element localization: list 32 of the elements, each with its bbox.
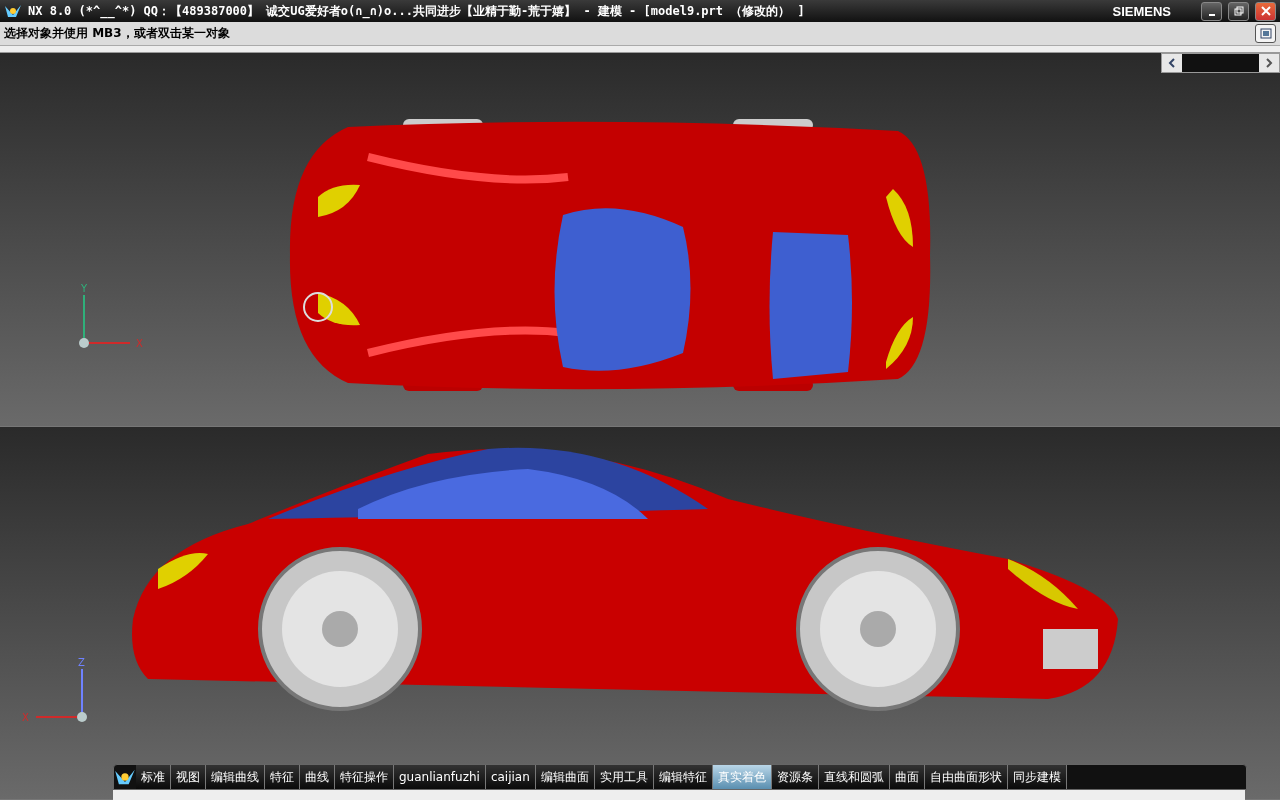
chevron-left-icon bbox=[1168, 58, 1176, 68]
toolbar-tab[interactable]: caijian bbox=[485, 765, 536, 789]
toolbar-tab[interactable]: 曲面 bbox=[889, 765, 925, 789]
toolbar-tab[interactable]: 自由曲面形状 bbox=[924, 765, 1008, 789]
toolbar-tab[interactable]: 编辑特征 bbox=[653, 765, 713, 789]
toolbar-tab[interactable]: 同步建模 bbox=[1007, 765, 1067, 789]
toolbar-tab[interactable]: 资源条 bbox=[771, 765, 819, 789]
toolbar-tab[interactable]: 特征操作 bbox=[335, 765, 394, 789]
full-screen-button[interactable] bbox=[1255, 24, 1276, 43]
minimize-button[interactable] bbox=[1201, 1, 1222, 21]
toolbar-tab[interactable]: 编辑曲面 bbox=[535, 765, 595, 789]
brand-logo: SIEMENS bbox=[1112, 3, 1171, 19]
cue-text: 选择对象并使用 MB3，或者双击某一对象 bbox=[4, 25, 231, 42]
chevron-right-icon bbox=[1265, 58, 1273, 68]
toolbar-tab[interactable]: 标准 bbox=[136, 765, 171, 789]
close-icon bbox=[1260, 6, 1271, 16]
toolbar-tab[interactable]: 编辑曲线 bbox=[206, 765, 265, 789]
toolbar-tab[interactable]: 曲线 bbox=[300, 765, 335, 789]
toolbar-tab[interactable]: 直线和圆弧 bbox=[818, 765, 890, 789]
toolbar-tab[interactable]: guanlianfuzhi bbox=[394, 765, 486, 789]
full-screen-icon bbox=[1259, 28, 1272, 39]
minimize-icon bbox=[1208, 14, 1215, 16]
window-title: NX 8.0 (*^__^*) QQ：【489387000】 诚交UG爱好者o(∩_∩)o...共同进步【业精于勤-荒于嬉】 - 建模 - [model9.prt （修改的） ] bbox=[28, 2, 806, 20]
scroll-right-button[interactable] bbox=[1259, 54, 1279, 72]
restore-icon bbox=[1233, 6, 1244, 16]
toolbar-tab[interactable]: 特征 bbox=[265, 765, 300, 789]
toolbar-tab[interactable]: 视图 bbox=[171, 765, 206, 789]
scroll-left-button[interactable] bbox=[1162, 54, 1182, 72]
toolbar-tab[interactable]: 实用工具 bbox=[594, 765, 654, 789]
close-button[interactable] bbox=[1255, 1, 1276, 21]
restore-button[interactable] bbox=[1228, 1, 1249, 21]
navigator-scroller[interactable] bbox=[1161, 53, 1280, 73]
